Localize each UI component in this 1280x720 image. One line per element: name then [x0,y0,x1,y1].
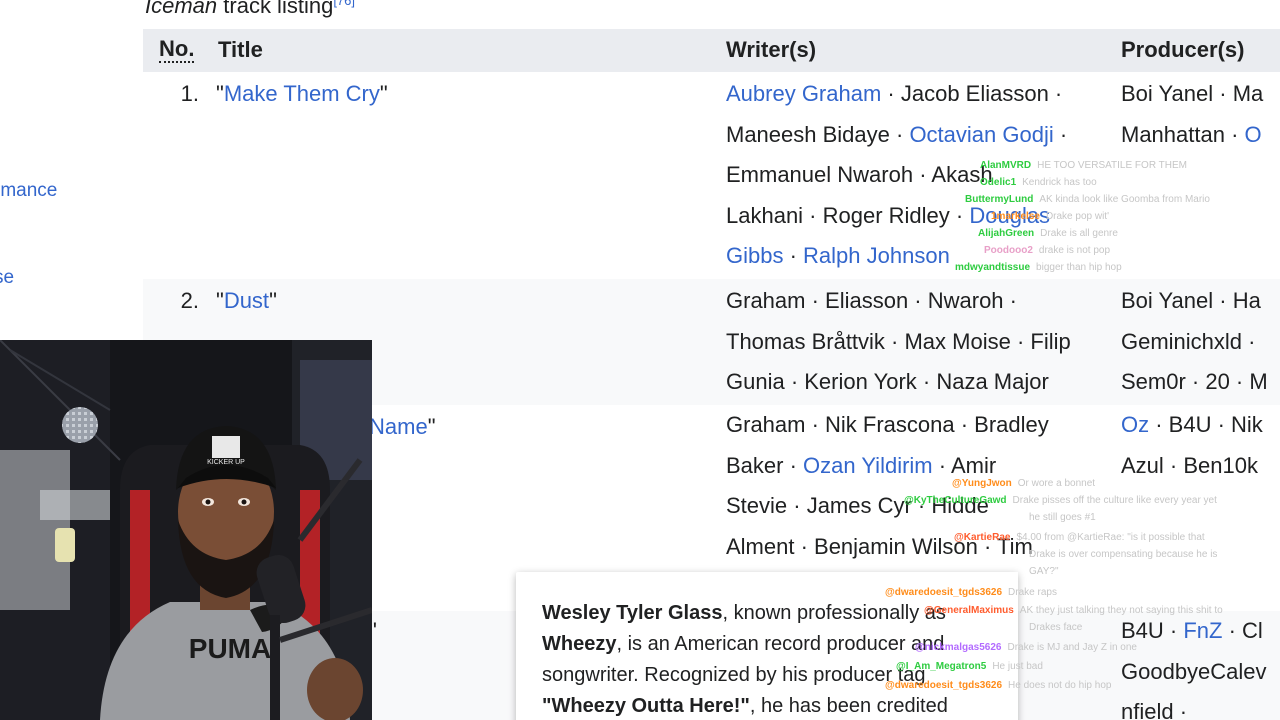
person-text: nfield · [1121,699,1188,720]
track-title: Name" [369,414,436,439]
person-link[interactable]: Octavian Godji [909,122,1053,147]
cell-line: B4U · FnZ · Cl [1121,611,1267,652]
person-text: · [783,243,804,269]
person-text: Azul · Ben10k [1121,452,1258,478]
streamer-illustration: KICKER UP PUMA [0,340,372,720]
header-no[interactable]: No. [159,37,195,63]
person-link[interactable]: FnZ [1183,618,1222,643]
person-text: Lakhani · Roger Ridley · [726,202,970,228]
header-producers: Producer(s) [1121,37,1245,62]
producers-cell: Boi Yanel · Ma Manhattan · O [1121,74,1263,155]
cell-line: Baker · Ozan Yildirim · Amir [726,446,1049,487]
person-link[interactable]: Oz [1121,412,1149,437]
cell-line: Graham · Nik Frascona · Bradley [726,405,1049,446]
producers-cell: Oz · B4U · Nik Azul · Ben10k [1121,405,1263,486]
track-title-link[interactable]: Make Them Cry [224,81,380,106]
table-header: No. Title Writer(s) Producer(s) [143,29,1280,72]
cell-line: Gibbs · Ralph Johnson [726,236,1067,277]
producers-cell: B4U · FnZ · Cl GoodbyeCalev nfield · [1121,611,1267,720]
person-text: Sem0r · 20 · M [1121,369,1268,395]
person-link[interactable]: Aubrey Graham [726,81,881,106]
person-text: B4U · [1121,618,1184,643]
webcam-overlay: KICKER UP PUMA [0,340,372,720]
cell-line: Aubrey Graham · Jacob Eliasson · [726,74,1067,115]
cell-line: Geminichxld · [1121,322,1268,363]
person-text: Boi Yanel · Ma [1121,81,1264,106]
cell-line: Emmanuel Nwaroh · Akash [726,155,1067,196]
popup-text: Wesley Tyler Glass, known professionally… [542,602,948,717]
cell-line: Gunia · Kerion York · Naza Major [726,362,1071,403]
track-number: 1. [180,81,199,106]
cell-line: Boi Yanel · Ha [1121,281,1268,322]
person-text: · Amir [932,452,997,478]
person-text: Manhattan · [1121,121,1245,147]
person-text: · [1053,121,1068,147]
person-text: Boi Yanel · Ha [1121,288,1261,313]
person-text: Maneesh Bidaye · [726,121,910,147]
person-text: Graham · Nik Frascona · Bradley [726,412,1049,437]
producers-cell: Boi Yanel · Ha Geminichxld · Sem0r · 20 · … [1121,281,1268,403]
caption-rest: track listing [217,0,334,18]
person-text: Alment · Benjamin Wilson · Tim [726,533,1033,559]
popup-alias: Wheezy [542,633,617,655]
cell-line: Maneesh Bidaye · Octavian Godji · [726,115,1067,156]
writers-cell: Graham · Eliasson · Nwaroh · Thomas Brått… [726,281,1071,403]
track-number: 2. [180,288,199,313]
person-text: · Cl [1222,618,1263,643]
table-caption: Iceman track listing[76] [145,0,355,19]
person-link[interactable]: Gibbs [726,243,783,268]
cell-line: Sem0r · 20 · M [1121,362,1268,403]
table-row: 1. "Make Them Cry" Aubrey Graham · Jacob… [143,72,1280,279]
sidebar-item-performance[interactable]: rmance [0,180,57,202]
cell-line: Manhattan · O [1121,115,1263,156]
person-text: Baker · [726,452,804,478]
cap-text: KICKER UP [207,459,245,466]
person-link[interactable]: Ralph Johnson [803,243,950,268]
person-text: Stevie · James Cyr · Hidde [726,493,989,519]
track-title-link[interactable]: Dust [224,288,269,313]
cell-line: Oz · B4U · Nik [1121,405,1263,446]
cell-line: Boi Yanel · Ma [1121,74,1263,115]
person-text: Emmanuel Nwaroh · Akash [726,162,993,188]
caption-reference[interactable]: [76] [333,0,355,8]
popup-tag: "Wheezy Outta Here!" [542,695,750,717]
cell-line: nfield · [1121,692,1267,720]
left-sidebar: . rmance se [0,0,143,340]
person-link[interactable]: O [1245,122,1262,147]
popup-name: Wesley Tyler Glass [542,602,723,624]
shirt-logo-text: PUMA [189,633,271,664]
writers-cell: Graham · Nik Frascona · Bradley Baker · O… [726,405,1049,567]
cell-line: GoodbyeCalev [1121,652,1267,693]
header-title: Title [218,37,263,62]
cell-line: Thomas Bråttvik · Max Moise · Filip [726,322,1071,363]
person-text: Thomas Bråttvik · Max Moise · Filip [726,328,1071,354]
person-text: GoodbyeCalev [1121,658,1267,684]
track-title-link[interactable]: Name [369,414,428,439]
person-text: · B4U · Nik [1149,412,1263,437]
track-title: "Dust" [216,288,277,313]
person-link[interactable]: Douglas [969,203,1050,228]
writers-cell: Aubrey Graham · Jacob Eliasson · Maneesh … [726,74,1067,277]
cell-line: Stevie · James Cyr · Hidde [726,486,1049,527]
person-text: · Jacob Eliasson · [881,81,1063,106]
cell-line: Lakhani · Roger Ridley · Douglas [726,196,1067,237]
person-link[interactable]: Ozan Yildirim [803,453,933,478]
person-text: Geminichxld · [1121,328,1256,354]
person-text: Graham · Eliasson · Nwaroh · [726,288,1017,313]
sidebar-dot: . [0,132,1,154]
caption-album: Iceman [145,0,218,18]
cell-line: Graham · Eliasson · Nwaroh · [726,281,1071,322]
track-title: "Make Them Cry" [216,81,388,106]
sidebar-item-release[interactable]: se [0,267,14,289]
header-writers: Writer(s) [726,37,817,62]
page-preview-popup[interactable]: Wesley Tyler Glass, known professionally… [516,572,1018,720]
cell-line: Azul · Ben10k [1121,446,1263,487]
cell-line: Alment · Benjamin Wilson · Tim [726,527,1049,568]
person-text: Gunia · Kerion York · Naza Major [726,369,1049,395]
